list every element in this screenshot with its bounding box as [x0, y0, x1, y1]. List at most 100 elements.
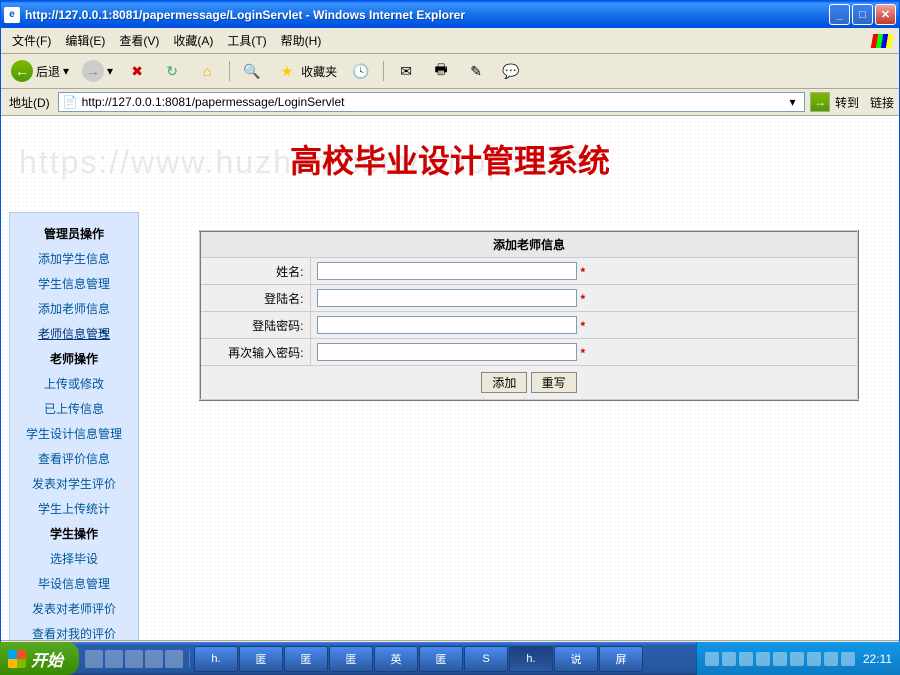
input-password-confirm[interactable] — [317, 343, 577, 361]
main-content: 添加老师信息 姓名: * 登陆名: * 登陆密码: * 再次输入密码: — [139, 212, 899, 640]
required-star: * — [581, 346, 586, 360]
print-icon: 🖶 — [430, 60, 452, 82]
mail-button[interactable]: ✉ — [390, 57, 422, 85]
search-icon: 🔍 — [241, 60, 263, 82]
sidebar-item-student-mgmt[interactable]: 学生信息管理 — [10, 271, 138, 296]
edit-icon: ✎ — [465, 60, 487, 82]
home-button[interactable]: ⌂ — [191, 57, 223, 85]
go-button[interactable]: → — [810, 92, 830, 112]
sidebar-item-upload-stats[interactable]: 学生上传统计 — [10, 496, 138, 521]
required-star: * — [581, 265, 586, 279]
sidebar-item-publish-student-review[interactable]: 发表对学生评价 — [10, 471, 138, 496]
go-label: 转到 — [835, 94, 859, 111]
start-button[interactable]: 开始 — [0, 642, 79, 675]
task-item[interactable]: 屏 — [599, 646, 643, 672]
input-login[interactable] — [317, 289, 577, 307]
address-input-wrapper[interactable]: 📄 http://127.0.0.1:8081/papermessage/Log… — [58, 92, 805, 112]
task-item[interactable]: h. — [509, 646, 553, 672]
favorites-button[interactable]: ★ 收藏夹 — [271, 57, 342, 85]
discuss-button[interactable]: 💬 — [495, 57, 527, 85]
task-item[interactable]: h. — [194, 646, 238, 672]
menu-favorites[interactable]: 收藏(A) — [167, 30, 219, 51]
sidebar-item-design-info[interactable]: 毕设信息管理 — [10, 571, 138, 596]
tray-icon[interactable] — [841, 652, 855, 666]
sidebar-group-student: 学生操作 — [10, 521, 138, 546]
back-button[interactable]: ← 后退 ▾ — [6, 57, 74, 85]
msn-icon[interactable] — [870, 32, 894, 50]
task-item[interactable]: 匿 — [419, 646, 463, 672]
menu-view[interactable]: 查看(V) — [113, 30, 165, 51]
tray-icon[interactable] — [756, 652, 770, 666]
menu-edit[interactable]: 编辑(E) — [59, 30, 111, 51]
task-item[interactable]: 英 — [374, 646, 418, 672]
sidebar-item-upload[interactable]: 上传或修改 — [10, 371, 138, 396]
window-title: http://127.0.0.1:8081/papermessage/Login… — [25, 8, 829, 22]
tray-icon[interactable] — [824, 652, 838, 666]
task-item[interactable]: 匿 — [329, 646, 373, 672]
label-name: 姓名: — [200, 258, 310, 285]
titlebar: e http://127.0.0.1:8081/papermessage/Log… — [1, 1, 899, 28]
tray-icon[interactable] — [739, 652, 753, 666]
ql-icon-3[interactable] — [125, 650, 143, 668]
sidebar-item-choose-design[interactable]: 选择毕设 — [10, 546, 138, 571]
tray-icon[interactable] — [722, 652, 736, 666]
label-password: 登陆密码: — [200, 312, 310, 339]
reset-button[interactable]: 重写 — [531, 372, 577, 393]
tray-icon[interactable] — [807, 652, 821, 666]
sidebar-item-uploaded[interactable]: 已上传信息 — [10, 396, 138, 421]
clock[interactable]: 22:11 — [863, 652, 892, 666]
start-label: 开始 — [31, 647, 63, 671]
stop-button[interactable]: ✖ — [121, 57, 153, 85]
links-label[interactable]: 链接 — [870, 94, 894, 111]
task-item[interactable]: 说 — [554, 646, 598, 672]
ql-icon-5[interactable] — [165, 650, 183, 668]
label-password-confirm: 再次输入密码: — [200, 339, 310, 366]
ql-icon-2[interactable] — [105, 650, 123, 668]
menu-file[interactable]: 文件(F) — [6, 30, 57, 51]
tray-icon[interactable] — [705, 652, 719, 666]
sidebar-item-view-review[interactable]: 查看评价信息 — [10, 446, 138, 471]
form-title: 添加老师信息 — [200, 231, 858, 258]
sidebar-item-add-student[interactable]: 添加学生信息 — [10, 246, 138, 271]
addressbar: 地址(D) 📄 http://127.0.0.1:8081/papermessa… — [1, 89, 899, 116]
input-name[interactable] — [317, 262, 577, 280]
forward-button[interactable]: → ▾ — [77, 57, 118, 85]
sidebar-item-view-my-review[interactable]: 查看对我的评价 — [10, 621, 138, 640]
menu-tools[interactable]: 工具(T) — [221, 30, 272, 51]
forward-arrow-icon: → — [82, 60, 104, 82]
submit-button[interactable]: 添加 — [481, 372, 527, 393]
dropdown-icon: ▾ — [63, 64, 69, 78]
star-icon: ★ — [276, 60, 298, 82]
close-button[interactable]: ✕ — [875, 4, 896, 25]
address-url[interactable]: http://127.0.0.1:8081/papermessage/Login… — [82, 95, 781, 109]
search-button[interactable]: 🔍 — [236, 57, 268, 85]
minimize-button[interactable]: _ — [829, 4, 850, 25]
toolbar: ← 后退 ▾ → ▾ ✖ ↻ ⌂ 🔍 ★ 收藏夹 🕓 ✉ 🖶 ✎ 💬 — [1, 54, 899, 89]
ql-icon-1[interactable] — [85, 650, 103, 668]
sidebar-group-teacher: 老师操作 — [10, 346, 138, 371]
task-item[interactable]: 匿 — [239, 646, 283, 672]
address-dropdown-icon[interactable]: ▾ — [785, 95, 800, 109]
sidebar-item-add-teacher[interactable]: 添加老师信息 — [10, 296, 138, 321]
input-password[interactable] — [317, 316, 577, 334]
sidebar-item-publish-teacher-review[interactable]: 发表对老师评价 — [10, 596, 138, 621]
history-button[interactable]: 🕓 — [345, 57, 377, 85]
tray-icon[interactable] — [790, 652, 804, 666]
required-star: * — [581, 292, 586, 306]
refresh-button[interactable]: ↻ — [156, 57, 188, 85]
ql-icon-4[interactable] — [145, 650, 163, 668]
page-title: 高校毕业设计管理系统 — [1, 116, 899, 212]
required-star: * — [581, 319, 586, 333]
edit-button[interactable]: ✎ — [460, 57, 492, 85]
sidebar-item-design-mgmt[interactable]: 学生设计信息管理 — [10, 421, 138, 446]
task-item[interactable]: S — [464, 646, 508, 672]
quick-launch — [79, 650, 190, 668]
maximize-button[interactable]: □ — [852, 4, 873, 25]
sidebar-item-teacher-mgmt[interactable]: 老师信息管理 ↖ — [10, 321, 138, 346]
print-button[interactable]: 🖶 — [425, 57, 457, 85]
tray-icon[interactable] — [773, 652, 787, 666]
task-item[interactable]: 匿 — [284, 646, 328, 672]
menu-help[interactable]: 帮助(H) — [275, 30, 328, 51]
address-label: 地址(D) — [6, 94, 53, 111]
back-label: 后退 — [36, 63, 60, 80]
